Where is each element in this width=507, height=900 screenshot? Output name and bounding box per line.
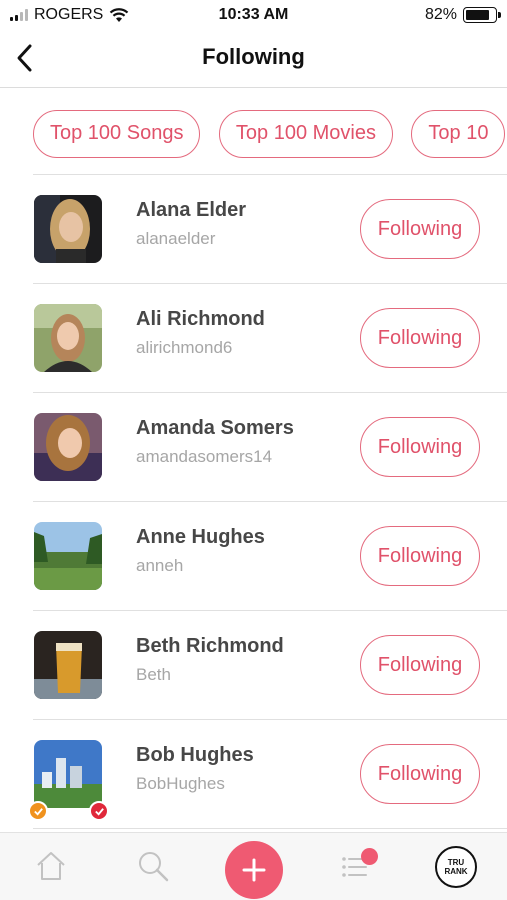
user-name: Amanda Somers — [136, 417, 294, 439]
user-handle: alanaelder — [136, 229, 216, 248]
search-icon — [139, 852, 169, 882]
following-list: Alana Elder alanaelder Following Ali Ric… — [0, 175, 507, 829]
following-button[interactable]: Following — [360, 199, 480, 259]
user-name: Alana Elder — [136, 199, 247, 221]
list-item[interactable]: Beth Richmond Beth Following — [0, 611, 507, 720]
chip-top-10[interactable]: Top 10 — [411, 110, 506, 158]
page-title: Following — [202, 44, 305, 69]
tab-home[interactable] — [26, 841, 76, 891]
battery-percent: 82% — [424, 6, 457, 23]
avatar[interactable] — [34, 413, 102, 481]
avatar[interactable] — [34, 631, 102, 699]
trurank-logo[interactable]: TRU RANK — [435, 846, 477, 888]
battery-icon — [463, 7, 501, 23]
user-name: Beth Richmond — [136, 635, 284, 657]
add-button[interactable] — [225, 841, 283, 899]
following-button[interactable]: Following — [360, 635, 480, 695]
list-item[interactable]: Anne Hughes anneh Following — [0, 502, 507, 611]
list-item[interactable]: Amanda Somers amandasomers14 Following — [0, 393, 507, 502]
following-button[interactable]: Following — [360, 308, 480, 368]
notification-dot — [361, 848, 378, 865]
user-name: Bob Hughes — [136, 744, 254, 766]
tab-bar — [0, 832, 507, 900]
verified-orange-icon — [28, 801, 48, 821]
user-handle: anneh — [136, 556, 184, 575]
list-item[interactable]: Ali Richmond alirichmond6 Following — [0, 284, 507, 393]
status-bar: ROGERS 10:33 AM 82% — [0, 0, 507, 32]
chip-top-100-songs[interactable]: Top 100 Songs — [33, 110, 201, 158]
following-button[interactable]: Following — [360, 526, 480, 586]
list-item[interactable]: Alana Elder alanaelder Following — [0, 175, 507, 284]
user-handle: BobHughes — [136, 774, 225, 793]
user-name: Anne Hughes — [136, 526, 265, 548]
chip-top-100-movies[interactable]: Top 100 Movies — [218, 110, 393, 158]
verified-red-icon — [89, 801, 109, 821]
home-icon — [37, 852, 65, 880]
category-chips: Top 100 Songs Top 100 Movies Top 10 — [33, 110, 507, 160]
avatar[interactable] — [34, 522, 102, 590]
avatar[interactable] — [34, 740, 102, 808]
user-handle: amandasomers14 — [136, 447, 273, 466]
avatar[interactable] — [34, 195, 102, 263]
avatar[interactable] — [34, 304, 102, 372]
list-item[interactable]: Bob Hughes BobHughes Following — [0, 720, 507, 829]
following-button[interactable]: Following — [360, 417, 480, 477]
user-handle: alirichmond6 — [136, 338, 233, 357]
user-handle: Beth — [136, 665, 171, 684]
nav-bar: Following — [0, 32, 507, 88]
tab-search[interactable] — [128, 841, 178, 891]
plus-icon — [242, 858, 266, 882]
following-button[interactable]: Following — [360, 744, 480, 804]
user-name: Ali Richmond — [136, 308, 265, 330]
